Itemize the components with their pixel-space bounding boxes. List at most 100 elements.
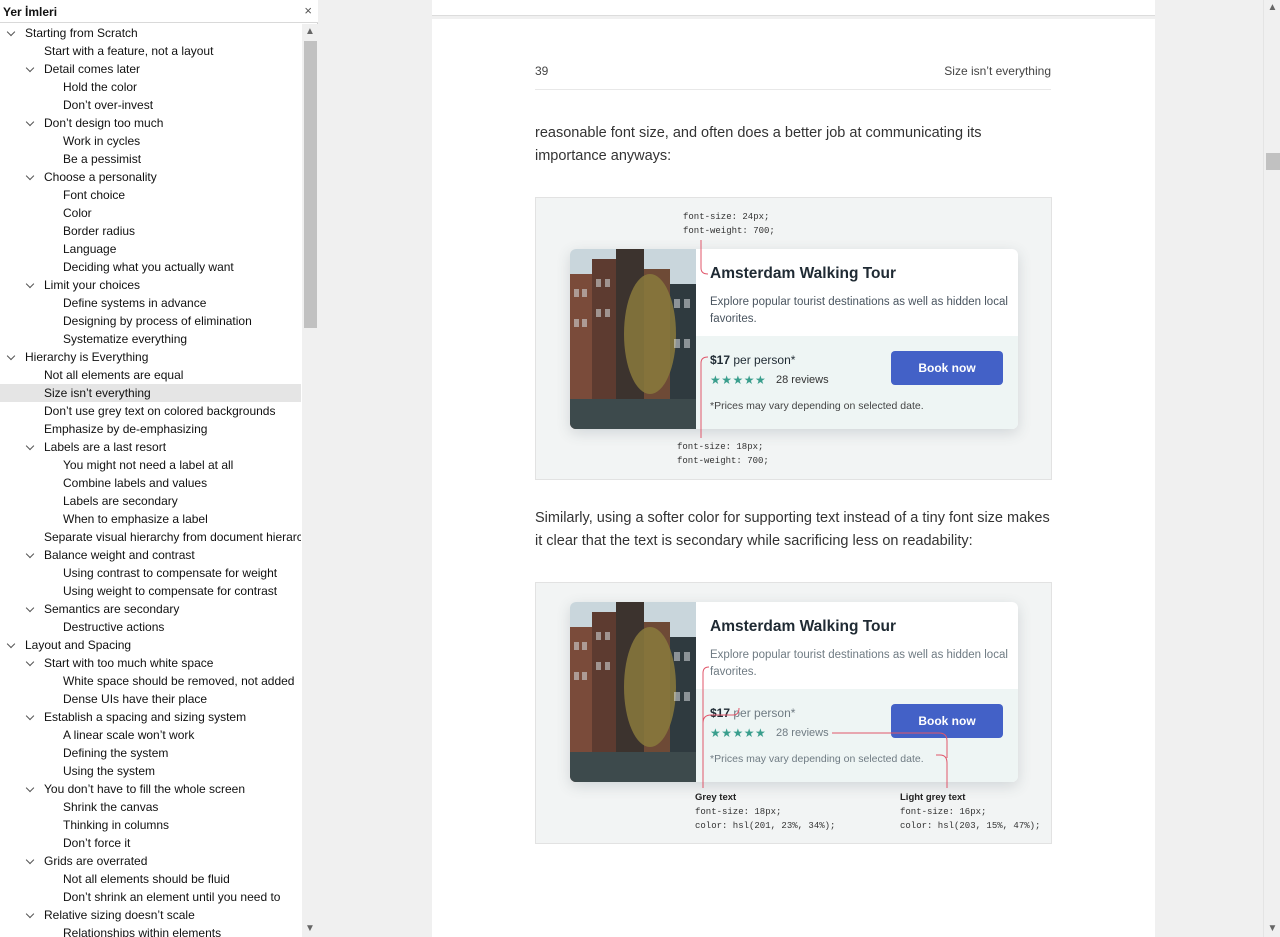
book-now-button[interactable]: Book now <box>891 704 1003 738</box>
bookmark-item[interactable]: Hierarchy is Everything <box>0 348 301 366</box>
bookmark-item[interactable]: Color <box>0 204 301 222</box>
bookmark-item[interactable]: Combine labels and values <box>0 474 301 492</box>
body-paragraph: Similarly, using a softer color for supp… <box>535 510 1050 549</box>
bookmark-item[interactable]: Not all elements are equal <box>0 366 301 384</box>
chevron-down-icon[interactable] <box>25 279 35 289</box>
bookmark-item[interactable]: Hold the color <box>0 78 301 96</box>
bookmark-item[interactable]: Shrink the canvas <box>0 798 301 816</box>
chevron-down-icon[interactable] <box>25 855 35 865</box>
bookmark-item[interactable]: Establish a spacing and sizing system <box>0 708 301 726</box>
bookmark-label: Color <box>63 206 92 220</box>
bookmarks-panel: Yer İmleri × Starting from Scratch Start … <box>0 0 318 937</box>
bookmark-item[interactable]: Layout and Spacing <box>0 636 301 654</box>
bookmark-item[interactable]: Start with a feature, not a layout <box>0 42 301 60</box>
bookmark-item[interactable]: Don’t shrink an element until you need t… <box>0 888 301 906</box>
bookmark-label: Using the system <box>63 764 156 778</box>
bookmark-item[interactable]: Designing by process of elimination <box>0 312 301 330</box>
bookmark-item[interactable]: Limit your choices <box>0 276 301 294</box>
chevron-down-icon[interactable] <box>25 171 35 181</box>
chevron-down-icon[interactable] <box>25 909 35 919</box>
bookmark-item[interactable]: A linear scale won’t work <box>0 726 301 744</box>
chevron-down-icon[interactable] <box>6 27 16 37</box>
bookmark-item[interactable]: Emphasize by de-emphasizing <box>0 420 301 438</box>
chevron-down-icon[interactable] <box>25 63 35 73</box>
chevron-down-icon[interactable] <box>25 783 35 793</box>
book-now-button[interactable]: Book now <box>891 351 1003 385</box>
bookmark-item[interactable]: Using contrast to compensate for weight <box>0 564 301 582</box>
bookmark-label: Labels are secondary <box>63 494 178 508</box>
bookmark-item[interactable]: Relative sizing doesn’t scale <box>0 906 301 924</box>
bookmark-item[interactable]: Using the system <box>0 762 301 780</box>
chevron-down-icon[interactable] <box>25 603 35 613</box>
bookmark-item[interactable]: Work in cycles <box>0 132 301 150</box>
bookmark-label: Defining the system <box>63 746 169 760</box>
bookmark-label: Hierarchy is Everything <box>25 350 149 364</box>
bookmark-item[interactable]: Labels are secondary <box>0 492 301 510</box>
scroll-up-arrow-icon[interactable]: ▲ <box>1264 0 1280 16</box>
bookmark-item[interactable]: Starting from Scratch <box>0 24 301 42</box>
bookmark-item[interactable]: Systematize everything <box>0 330 301 348</box>
chevron-down-icon[interactable] <box>6 351 16 361</box>
document-scroll-thumb[interactable] <box>1266 153 1280 170</box>
light-grey-text-heading: Light grey text <box>900 792 966 803</box>
chevron-down-icon[interactable] <box>25 657 35 667</box>
bookmark-item[interactable]: Don’t force it <box>0 834 301 852</box>
chevron-down-icon[interactable] <box>25 549 35 559</box>
bookmark-label: A linear scale won’t work <box>63 728 195 742</box>
scroll-down-arrow-icon[interactable]: ▼ <box>302 921 318 937</box>
bookmark-item[interactable]: Detail comes later <box>0 60 301 78</box>
code-annotation-price: font-size: 18px; font-weight: 700; <box>677 442 769 466</box>
bookmark-item[interactable]: Define systems in advance <box>0 294 301 312</box>
card-price: $17 per person* <box>710 706 795 720</box>
bookmark-item[interactable]: Be a pessimist <box>0 150 301 168</box>
close-icon[interactable]: × <box>304 4 312 17</box>
bookmark-item[interactable]: White space should be removed, not added <box>0 672 301 690</box>
bookmark-label: Work in cycles <box>63 134 141 148</box>
bookmark-item[interactable]: Dense UIs have their place <box>0 690 301 708</box>
chevron-down-icon[interactable] <box>25 711 35 721</box>
bookmark-item[interactable]: Grids are overrated <box>0 852 301 870</box>
bookmark-label: Using contrast to compensate for weight <box>63 566 278 580</box>
bookmark-item[interactable]: Language <box>0 240 301 258</box>
bookmark-item[interactable]: Don’t use grey text on colored backgroun… <box>0 402 301 420</box>
bookmark-label: Not all elements are equal <box>44 368 184 382</box>
scroll-down-arrow-icon[interactable]: ▼ <box>1264 921 1280 937</box>
bookmark-item[interactable]: Not all elements should be fluid <box>0 870 301 888</box>
bookmark-item[interactable]: When to emphasize a label <box>0 510 301 528</box>
bookmarks-scrollbar[interactable]: ▲ ▼ <box>302 24 318 937</box>
chevron-down-icon[interactable] <box>25 117 35 127</box>
bookmark-item[interactable]: Separate visual hierarchy from document … <box>0 528 301 546</box>
bookmark-item[interactable]: Defining the system <box>0 744 301 762</box>
code-annotation-title: font-size: 24px; font-weight: 700; <box>683 212 775 236</box>
bookmark-item[interactable]: Choose a personality <box>0 168 301 186</box>
bookmark-item[interactable]: Labels are a last resort <box>0 438 301 456</box>
bookmark-item[interactable]: You might not need a label at all <box>0 456 301 474</box>
bookmarks-scroll-thumb[interactable] <box>304 41 317 328</box>
bookmark-item[interactable]: Font choice <box>0 186 301 204</box>
bookmark-item[interactable]: Don’t design too much <box>0 114 301 132</box>
bookmark-item[interactable]: Start with too much white space <box>0 654 301 672</box>
amsterdam-photo <box>570 602 696 782</box>
bookmark-item[interactable]: Size isn’t everything <box>0 384 301 402</box>
bookmark-item[interactable]: Don’t over-invest <box>0 96 301 114</box>
bookmark-item[interactable]: Thinking in columns <box>0 816 301 834</box>
bookmark-label: Don’t over-invest <box>63 98 154 112</box>
bookmark-item[interactable]: Semantics are secondary <box>0 600 301 618</box>
bookmark-item[interactable]: Using weight to compensate for contrast <box>0 582 301 600</box>
bookmark-item[interactable]: Destructive actions <box>0 618 301 636</box>
document-scrollbar[interactable]: ▲ ▼ <box>1263 0 1280 937</box>
bookmark-label: Font choice <box>63 188 126 202</box>
bookmark-label: Establish a spacing and sizing system <box>44 710 247 724</box>
bookmark-label: Relative sizing doesn’t scale <box>44 908 195 922</box>
chevron-down-icon[interactable] <box>6 639 16 649</box>
bookmark-item[interactable]: Deciding what you actually want <box>0 258 301 276</box>
bookmark-item[interactable]: Balance weight and contrast <box>0 546 301 564</box>
bookmark-item[interactable]: Relationships within elements <box>0 924 301 937</box>
scroll-up-arrow-icon[interactable]: ▲ <box>302 24 318 40</box>
bookmark-item[interactable]: You don’t have to fill the whole screen <box>0 780 301 798</box>
chevron-down-icon[interactable] <box>25 441 35 451</box>
bookmark-item[interactable]: Border radius <box>0 222 301 240</box>
bookmark-label: Thinking in columns <box>63 818 170 832</box>
star-rating-icon: ★★★★★ <box>710 373 767 387</box>
bookmark-label: Limit your choices <box>44 278 141 292</box>
